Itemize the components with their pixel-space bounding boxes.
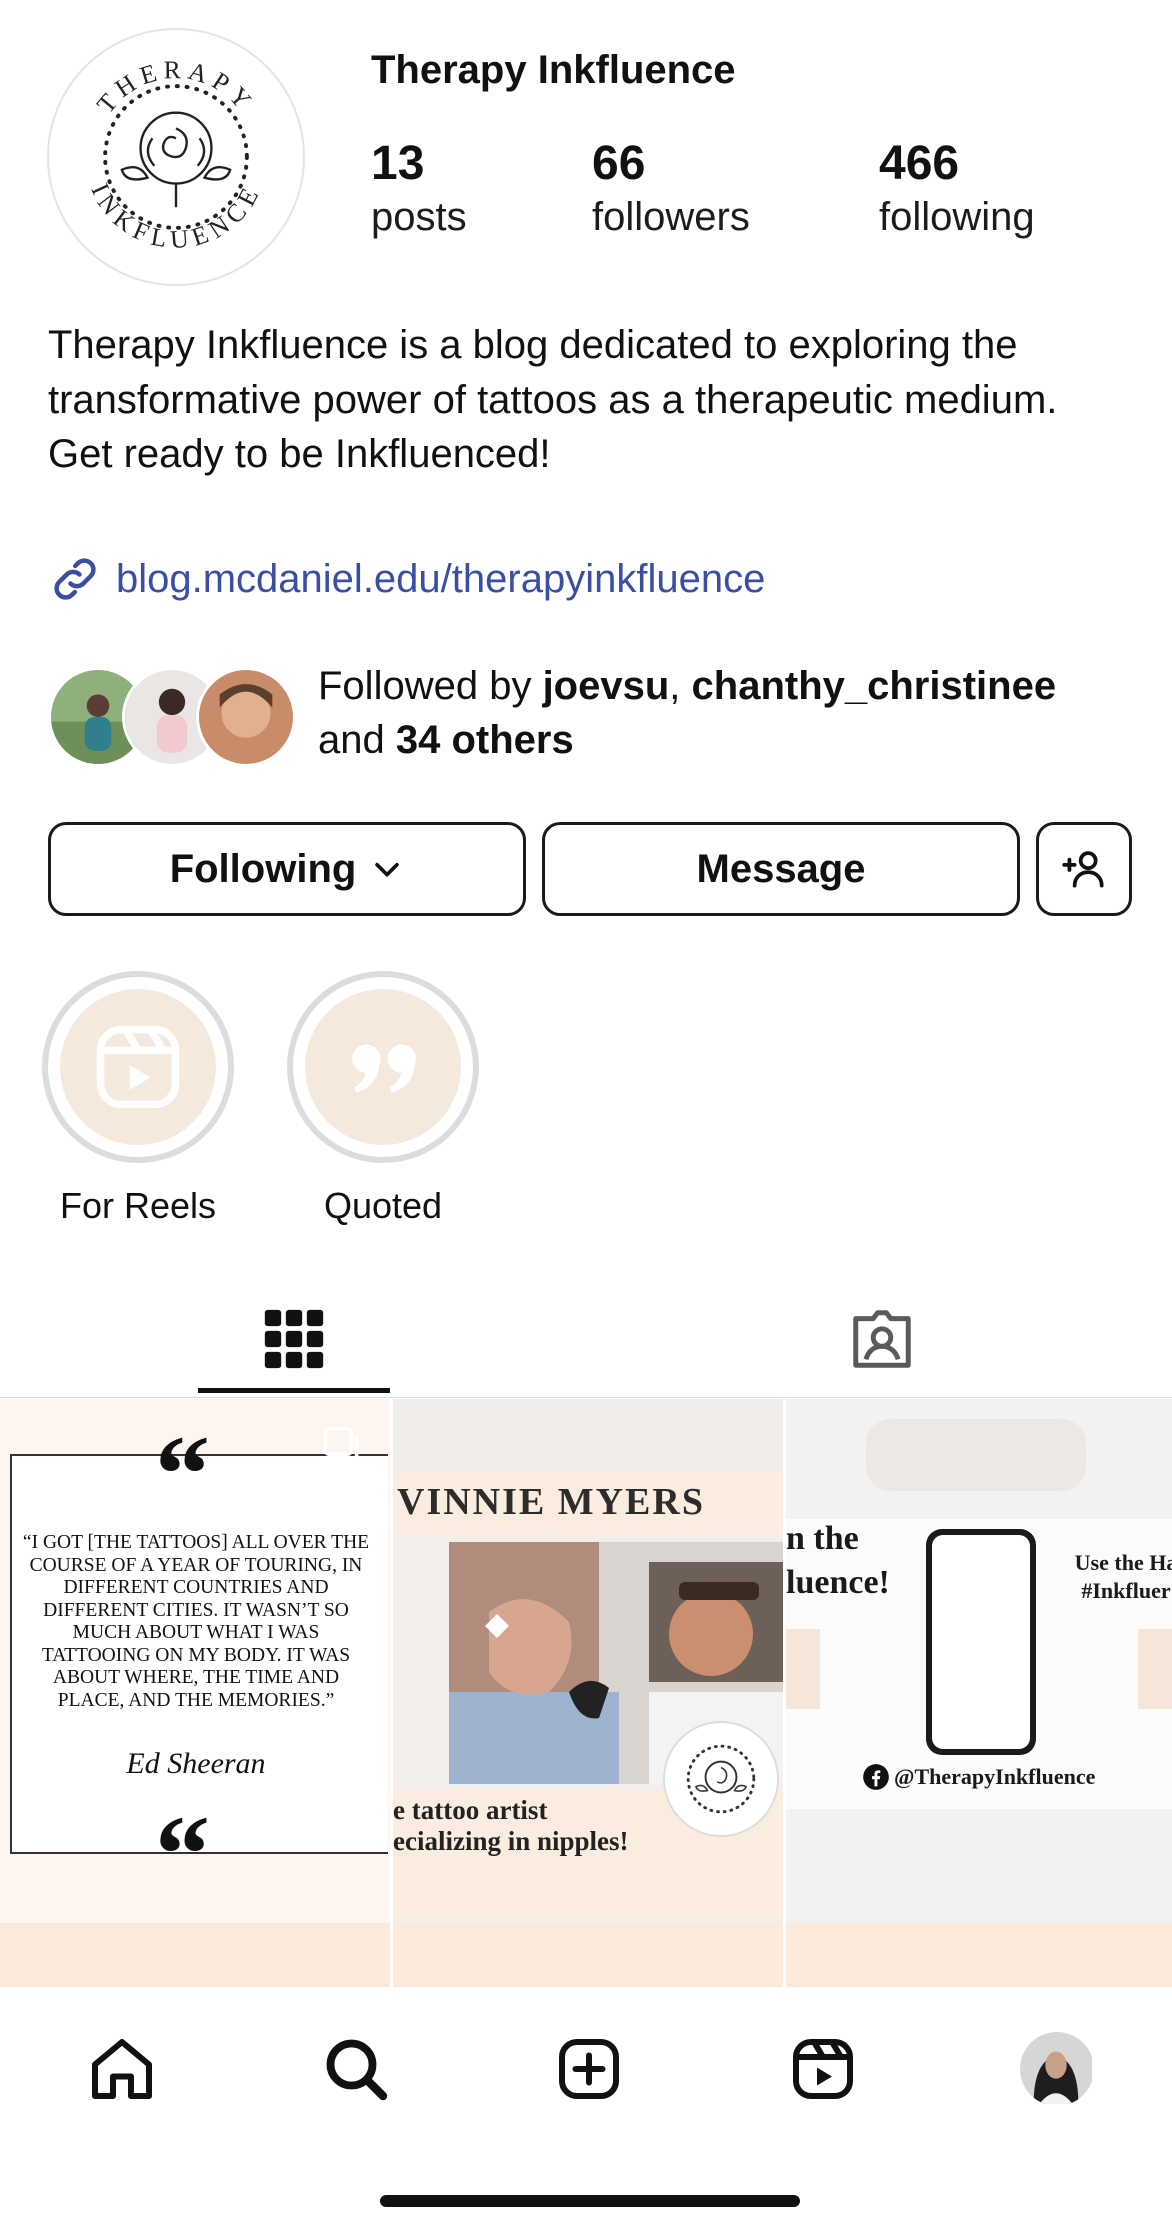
followers-count[interactable]: 66 followers bbox=[592, 137, 750, 243]
post-tile[interactable]: VINNIE MYERS e tattoo artist ecializing … bbox=[393, 1399, 783, 1987]
profile-bio: Therapy Inkfluence is a blog dedicated t… bbox=[48, 318, 1138, 482]
highlight-cover bbox=[60, 989, 216, 1145]
message-button[interactable]: Message bbox=[542, 822, 1020, 916]
post-footer-band bbox=[786, 1923, 1172, 1987]
post-footer-band bbox=[0, 1923, 390, 1987]
profile-tabs bbox=[0, 1280, 1172, 1398]
post-handle-text: @TherapyInkfluence bbox=[894, 1764, 1096, 1789]
profile-link[interactable]: blog.mcdaniel.edu/therapyinkfluence bbox=[48, 552, 765, 606]
post-side-card bbox=[786, 1629, 820, 1709]
reels-icon bbox=[96, 1025, 180, 1109]
post-side-card bbox=[1138, 1629, 1172, 1709]
tab-tagged[interactable] bbox=[786, 1280, 978, 1398]
posts-count-label: posts bbox=[371, 195, 467, 239]
highlight-cover bbox=[305, 989, 461, 1145]
followed-by-prefix: Followed by bbox=[318, 664, 543, 708]
create-icon bbox=[559, 2039, 619, 2099]
chevron-down-icon bbox=[375, 862, 400, 877]
profile-name: Therapy Inkfluence bbox=[371, 48, 736, 92]
phone-screen bbox=[932, 1535, 1030, 1749]
nav-create[interactable] bbox=[544, 2024, 634, 2114]
message-button-label: Message bbox=[696, 846, 866, 891]
post-headline: n the luence! bbox=[786, 1517, 890, 1605]
highlight-for-reels[interactable]: For Reels bbox=[40, 971, 236, 1227]
avatar bbox=[196, 667, 296, 767]
following-button-label: Following bbox=[169, 846, 357, 891]
profile-avatar[interactable]: THERAPY INKFLUENCE bbox=[47, 28, 305, 286]
separator: , bbox=[669, 664, 692, 708]
following-count-label: following bbox=[879, 195, 1035, 239]
quote-mark-icon: “ bbox=[155, 1793, 210, 1915]
followers-count-label: followers bbox=[592, 195, 750, 239]
nav-reels[interactable] bbox=[778, 2024, 868, 2114]
nav-home[interactable] bbox=[77, 2024, 167, 2114]
reels-icon bbox=[793, 2039, 853, 2099]
post-title: VINNIE MYERS bbox=[397, 1471, 783, 1533]
home-indicator bbox=[380, 2195, 800, 2207]
phone-mockup bbox=[926, 1529, 1036, 1755]
post-texture bbox=[393, 1399, 783, 1477]
mutual-user-2[interactable]: chanthy_christinee bbox=[692, 664, 1057, 708]
followed-by-text[interactable]: Followed by joevsu, chanthy_christineean… bbox=[318, 659, 1158, 767]
highlight-label: Quoted bbox=[323, 1185, 443, 1226]
quote-icon bbox=[352, 1044, 416, 1093]
add-user-icon bbox=[1062, 851, 1104, 888]
post-side-line: Use the Ha bbox=[1074, 1550, 1172, 1575]
profile-avatar bbox=[1020, 2032, 1094, 2106]
highlight-quoted[interactable]: Quoted bbox=[285, 971, 481, 1227]
following-count-value: 466 bbox=[879, 137, 960, 190]
post-quote-text: “I got [the tattoos] all over the course… bbox=[22, 1532, 370, 1711]
mutual-others[interactable]: 34 others bbox=[396, 718, 574, 762]
post-headline-line: luence! bbox=[786, 1564, 890, 1601]
following-button[interactable]: Following bbox=[48, 822, 526, 916]
home-icon bbox=[92, 2039, 152, 2099]
post-footer-band bbox=[393, 1923, 783, 1987]
nav-search[interactable] bbox=[311, 2024, 401, 2114]
followers-count-value: 66 bbox=[592, 137, 646, 190]
bio-line: Therapy Inkfluence is a blog dedicated t… bbox=[48, 323, 1058, 422]
tab-grid[interactable] bbox=[198, 1280, 390, 1398]
add-user-button[interactable] bbox=[1036, 822, 1132, 916]
mutual-followers-avatars[interactable] bbox=[48, 667, 296, 767]
highlight-label: For Reels bbox=[59, 1185, 217, 1226]
quote-mark-icon: “ bbox=[155, 1413, 210, 1535]
bottom-nav bbox=[0, 1988, 1172, 2236]
facebook-icon bbox=[863, 1764, 889, 1790]
nav-profile[interactable] bbox=[1012, 2024, 1102, 2114]
post-blur-shape bbox=[866, 1419, 1086, 1491]
post-side-text: Use the Ha #Inkfluer bbox=[1056, 1549, 1172, 1605]
grid-icon bbox=[264, 1309, 324, 1369]
link-icon bbox=[54, 558, 96, 600]
post-quote-author: Ed Sheeran bbox=[126, 1747, 266, 1780]
active-tab-indicator bbox=[198, 1388, 390, 1393]
bio-line: Get ready to be Inkfluenced! bbox=[48, 432, 551, 476]
mutual-user-1[interactable]: joevsu bbox=[543, 664, 670, 708]
following-count[interactable]: 466 following bbox=[879, 137, 1035, 243]
post-tile[interactable]: “ “I got [the tattoos] all over the cour… bbox=[0, 1399, 390, 1987]
therapy-inkfluence-logo: THERAPY INKFLUENCE bbox=[85, 55, 261, 254]
carousel-icon bbox=[323, 1426, 359, 1462]
search-icon bbox=[326, 2039, 388, 2101]
tagged-icon bbox=[853, 1310, 911, 1368]
posts-count[interactable]: 13 posts bbox=[371, 137, 467, 243]
post-tile[interactable]: n the luence! Use the Ha #Inkfluer @Ther… bbox=[786, 1399, 1172, 1987]
followed-by-and: and bbox=[318, 718, 396, 762]
highlight-ring bbox=[42, 971, 234, 1163]
highlight-ring bbox=[287, 971, 479, 1163]
posts-count-value: 13 bbox=[371, 137, 425, 190]
post-side-line: #Inkfluer bbox=[1081, 1578, 1171, 1603]
logo-seal bbox=[663, 1721, 779, 1837]
post-handle: @TherapyInkfluence bbox=[862, 1763, 1095, 1791]
post-headline-line: n the bbox=[786, 1520, 859, 1557]
profile-link-text[interactable]: blog.mcdaniel.edu/therapyinkfluence bbox=[116, 557, 765, 602]
